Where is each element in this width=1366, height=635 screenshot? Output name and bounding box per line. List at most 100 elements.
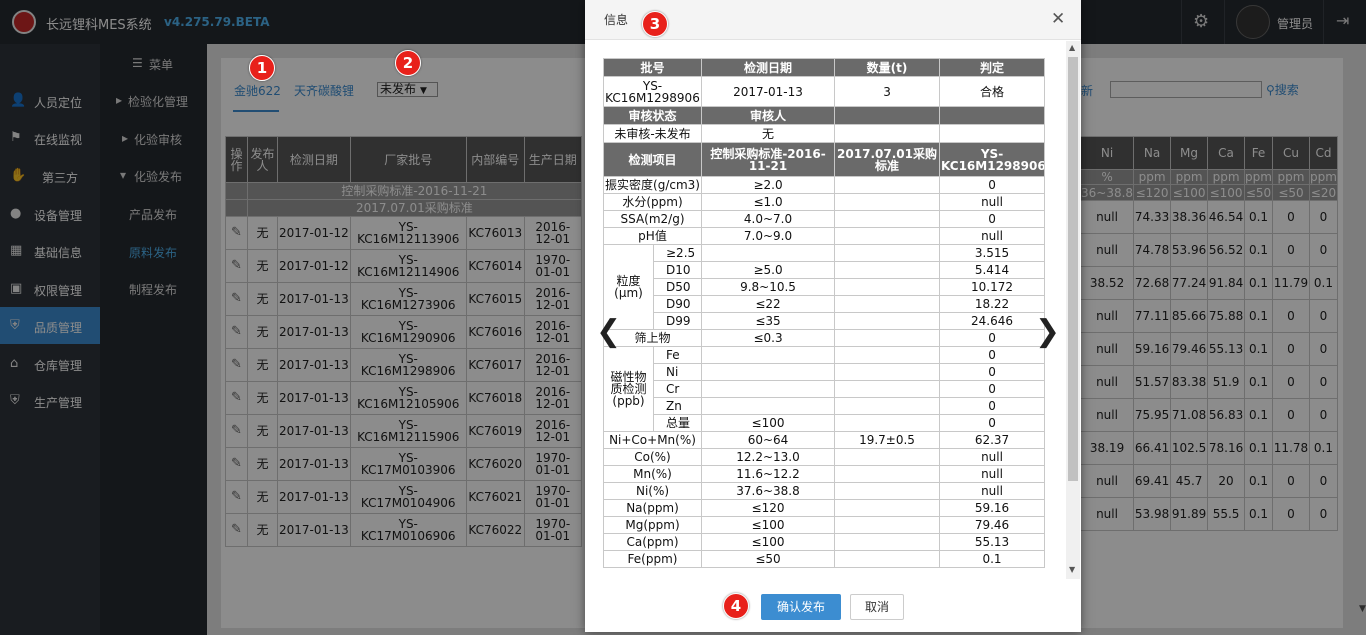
- std1-cell: ≤100: [701, 516, 836, 534]
- sub-item-cell: D10: [652, 261, 703, 279]
- std1-cell: ≤1.0: [701, 193, 836, 211]
- result-cell: 0: [939, 363, 1046, 381]
- item-cell: Ca(ppm): [602, 533, 703, 551]
- close-icon[interactable]: ✕: [1051, 9, 1065, 29]
- std2-cell: [834, 261, 941, 279]
- sub-item-cell: D90: [652, 295, 703, 313]
- detail-row: Ni+Co+Mn(%) 60~64 19.7±0.5 62.37: [602, 431, 1046, 449]
- sub-item-cell: ≥2.5: [652, 244, 703, 262]
- next-record-arrow-icon[interactable]: ❯: [1035, 314, 1060, 349]
- item-cell: Co(%): [602, 448, 703, 466]
- result-cell: 0: [939, 380, 1046, 398]
- std1-cell: 60~64: [701, 431, 836, 449]
- std2-cell: [834, 312, 941, 330]
- annotation-badge: 2: [395, 50, 421, 76]
- std1-cell: [701, 380, 836, 398]
- detail-row: Ni 0: [604, 363, 1046, 381]
- dialog-footer: 确认发布 取消: [585, 580, 1081, 632]
- std1-cell: 11.6~12.2: [701, 465, 836, 483]
- result-cell: 0: [939, 414, 1046, 432]
- item-cell: 水分(ppm): [602, 193, 703, 211]
- result-cell: 59.16: [939, 499, 1046, 517]
- sub-item-cell: D99: [652, 312, 703, 330]
- result-cell: 3.515: [939, 244, 1046, 262]
- std1-cell: ≥2.0: [701, 176, 836, 194]
- std1-cell: ≤100: [701, 533, 836, 551]
- detail-table: 批号 检测日期 数量(t) 判定 YS-KC16M1298906 2017-01…: [602, 58, 1046, 568]
- std2-cell: [834, 176, 941, 194]
- detail-row: 粒度(μm) ≥2.5 3.515: [603, 244, 1046, 330]
- result-cell: 55.13: [939, 533, 1046, 551]
- std1-cell: ≤50: [701, 550, 836, 568]
- std2-cell: [834, 346, 941, 364]
- item-cell: Ni(%): [602, 482, 703, 500]
- detail-row: 筛上物 ≤0.3 0: [602, 329, 1046, 347]
- result-cell: null: [939, 465, 1046, 483]
- detail-row: 总量 ≤100 0: [604, 414, 1046, 432]
- std2-cell: [834, 448, 941, 466]
- sub-item-cell: Zn: [652, 397, 703, 415]
- annotation-badge: 1: [249, 55, 275, 81]
- std2-cell: [834, 414, 941, 432]
- std1-cell: ≥5.0: [701, 261, 836, 279]
- scroll-up-icon[interactable]: ▲: [1069, 43, 1075, 52]
- result-cell: 0: [939, 346, 1046, 364]
- std1-cell: ≤100: [701, 414, 836, 432]
- result-cell: 62.37: [939, 431, 1046, 449]
- std2-cell: [834, 482, 941, 500]
- result-cell: 79.46: [939, 516, 1046, 534]
- std1-cell: [701, 244, 836, 262]
- sub-item-cell: D50: [652, 278, 703, 296]
- detail-row: Ni(%) 37.6~38.8 null: [602, 482, 1046, 500]
- detail-row: Mn(%) 11.6~12.2 null: [602, 465, 1046, 483]
- std2-cell: [834, 295, 941, 313]
- sub-item-cell: 总量: [652, 414, 703, 432]
- detail-row: D10 ≥5.0 5.414: [604, 261, 1046, 279]
- std2-cell: [834, 210, 941, 228]
- confirm-publish-button[interactable]: 确认发布: [761, 594, 841, 620]
- detail-row: 水分(ppm) ≤1.0 null: [602, 193, 1046, 211]
- prev-record-arrow-icon[interactable]: ❮: [596, 314, 621, 349]
- std2-cell: [834, 397, 941, 415]
- scroll-thumb[interactable]: [1068, 57, 1078, 481]
- cancel-button[interactable]: 取消: [850, 594, 904, 620]
- item-cell: pH值: [602, 227, 703, 245]
- result-cell: 5.414: [939, 261, 1046, 279]
- detail-row: Cr 0: [604, 380, 1046, 398]
- detail-row: SSA(m2/g) 4.0~7.0 0: [602, 210, 1046, 228]
- std2-cell: [834, 193, 941, 211]
- std2-cell: [834, 278, 941, 296]
- item-cell: Na(ppm): [602, 499, 703, 517]
- dialog-scrollbar[interactable]: ▲ ▼: [1066, 41, 1080, 579]
- scroll-down-icon[interactable]: ▼: [1069, 565, 1075, 574]
- detail-row: Fe(ppm) ≤50 0.1: [602, 550, 1046, 568]
- std1-cell: [701, 346, 836, 364]
- item-cell: SSA(m2/g): [602, 210, 703, 228]
- annotation-badge: 3: [642, 11, 668, 37]
- sub-item-cell: Fe: [652, 346, 703, 364]
- std2-cell: [834, 380, 941, 398]
- result-cell: 24.646: [939, 312, 1046, 330]
- detail-row: 磁性物质检测(ppb) Fe 0: [603, 346, 1046, 432]
- group-magnetic: 磁性物质检测(ppb): [603, 346, 654, 432]
- detail-row: Na(ppm) ≤120 59.16: [602, 499, 1046, 517]
- item-cell: Fe(ppm): [602, 550, 703, 568]
- result-cell: null: [939, 448, 1046, 466]
- std2-cell: [834, 550, 941, 568]
- item-cell: 振实密度(g/cm3): [602, 176, 703, 194]
- judge-value: 合格: [939, 76, 1046, 107]
- result-cell: 0.1: [939, 550, 1046, 568]
- detail-row: D50 9.8~10.5 10.172: [604, 278, 1046, 296]
- date-value: 2017-01-13: [701, 76, 836, 107]
- std1-cell: 9.8~10.5: [701, 278, 836, 296]
- std1-cell: 4.0~7.0: [701, 210, 836, 228]
- std2-cell: [834, 516, 941, 534]
- std2-cell: [834, 227, 941, 245]
- std2-cell: [834, 244, 941, 262]
- std1-cell: [701, 397, 836, 415]
- review-status: 未审核-未发布: [602, 124, 703, 143]
- result-cell: 10.172: [939, 278, 1046, 296]
- result-cell: 0: [939, 210, 1046, 228]
- batch-value: YS-KC16M1298906: [602, 76, 703, 107]
- sub-item-cell: Ni: [652, 363, 703, 381]
